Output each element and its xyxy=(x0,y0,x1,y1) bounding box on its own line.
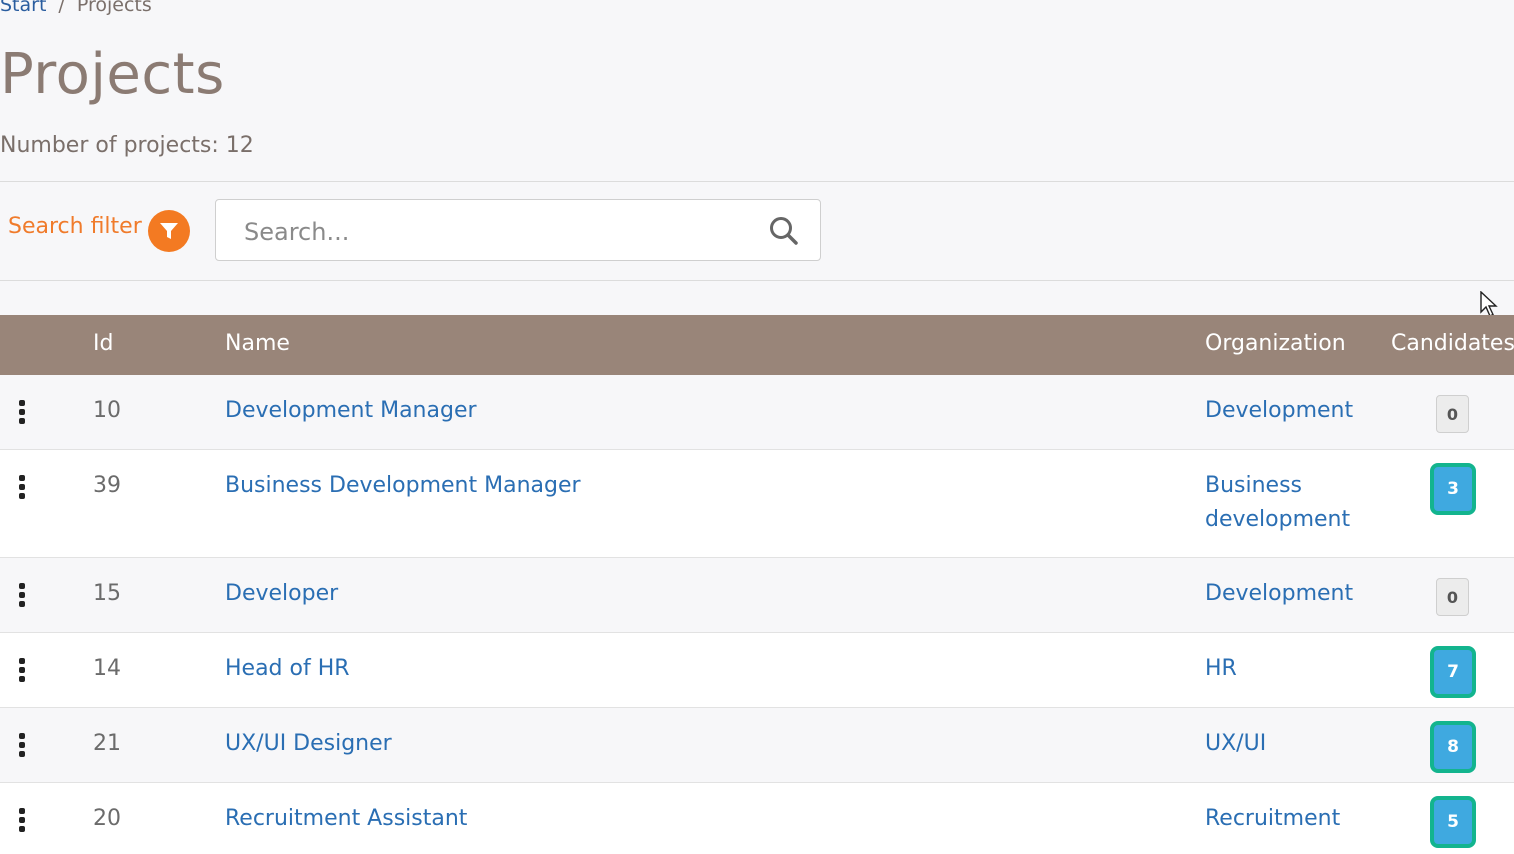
project-name-link[interactable]: UX/UI Designer xyxy=(225,731,392,756)
search-filter-toggle[interactable]: Search filter xyxy=(8,214,142,239)
table-row: 21 UX/UI Designer UX/UI 8 xyxy=(0,708,1514,783)
project-name-link[interactable]: Developer xyxy=(225,581,338,606)
project-name-link[interactable]: Development Manager xyxy=(225,398,477,423)
breadcrumb-start-link[interactable]: Start xyxy=(0,0,46,16)
filter-icon[interactable] xyxy=(148,210,190,252)
row-menu-icon[interactable] xyxy=(16,733,28,759)
project-name-link[interactable]: Recruitment Assistant xyxy=(225,806,467,831)
project-name-link[interactable]: Head of HR xyxy=(225,656,350,681)
project-id: 20 xyxy=(93,806,121,831)
projects-table-body: 10 Development Manager Development 0 39 … xyxy=(0,375,1514,854)
project-id: 14 xyxy=(93,656,121,681)
candidates-badge[interactable]: 7 xyxy=(1430,646,1476,698)
organization-link[interactable]: UX/UI xyxy=(1205,727,1375,761)
row-menu-icon[interactable] xyxy=(16,808,28,834)
row-menu-icon[interactable] xyxy=(16,658,28,684)
row-menu-icon[interactable] xyxy=(16,583,28,609)
candidates-badge[interactable]: 0 xyxy=(1436,395,1469,433)
project-name-link[interactable]: Business Development Manager xyxy=(225,473,581,498)
table-row: 10 Development Manager Development 0 xyxy=(0,375,1514,450)
candidates-badge[interactable]: 5 xyxy=(1430,796,1476,848)
search-box xyxy=(215,199,821,261)
table-row: 15 Developer Development 0 xyxy=(0,558,1514,633)
table-row: 39 Business Development Manager Business… xyxy=(0,450,1514,558)
column-header-candidates[interactable]: Candidates xyxy=(1391,331,1514,356)
organization-link[interactable]: Development xyxy=(1205,577,1375,611)
column-header-id[interactable]: Id xyxy=(93,331,113,356)
project-id: 15 xyxy=(93,581,121,606)
project-id: 39 xyxy=(93,473,121,498)
breadcrumb-separator: / xyxy=(58,0,65,16)
project-id: 21 xyxy=(93,731,121,756)
row-menu-icon[interactable] xyxy=(16,400,28,426)
table-row: 14 Head of HR HR 7 xyxy=(0,633,1514,708)
organization-link[interactable]: HR xyxy=(1205,652,1375,686)
projects-page: Start / Projects Projects Number of projec… xyxy=(0,0,1514,854)
project-id: 10 xyxy=(93,398,121,423)
organization-link[interactable]: Business development xyxy=(1205,469,1375,537)
candidates-badge[interactable]: 8 xyxy=(1430,721,1476,773)
candidates-badge[interactable]: 3 xyxy=(1430,463,1476,515)
organization-link[interactable]: Recruitment xyxy=(1205,802,1375,836)
organization-link[interactable]: Development xyxy=(1205,394,1375,428)
row-menu-icon[interactable] xyxy=(16,475,28,501)
table-header: Id Name Organization Candidates xyxy=(0,315,1514,375)
column-header-organization[interactable]: Organization xyxy=(1205,331,1346,356)
search-input[interactable] xyxy=(242,212,746,252)
page-title: Projects xyxy=(0,42,225,107)
column-header-name[interactable]: Name xyxy=(225,331,290,356)
divider-bottom xyxy=(0,280,1514,281)
project-count: Number of projects: 12 xyxy=(0,133,254,158)
breadcrumb-current: Projects xyxy=(76,0,152,16)
candidates-badge[interactable]: 0 xyxy=(1436,578,1469,616)
search-icon[interactable] xyxy=(768,215,800,247)
breadcrumb: Start / Projects xyxy=(0,0,152,16)
table-row: 20 Recruitment Assistant Recruitment 5 xyxy=(0,783,1514,854)
divider-top xyxy=(0,181,1514,182)
